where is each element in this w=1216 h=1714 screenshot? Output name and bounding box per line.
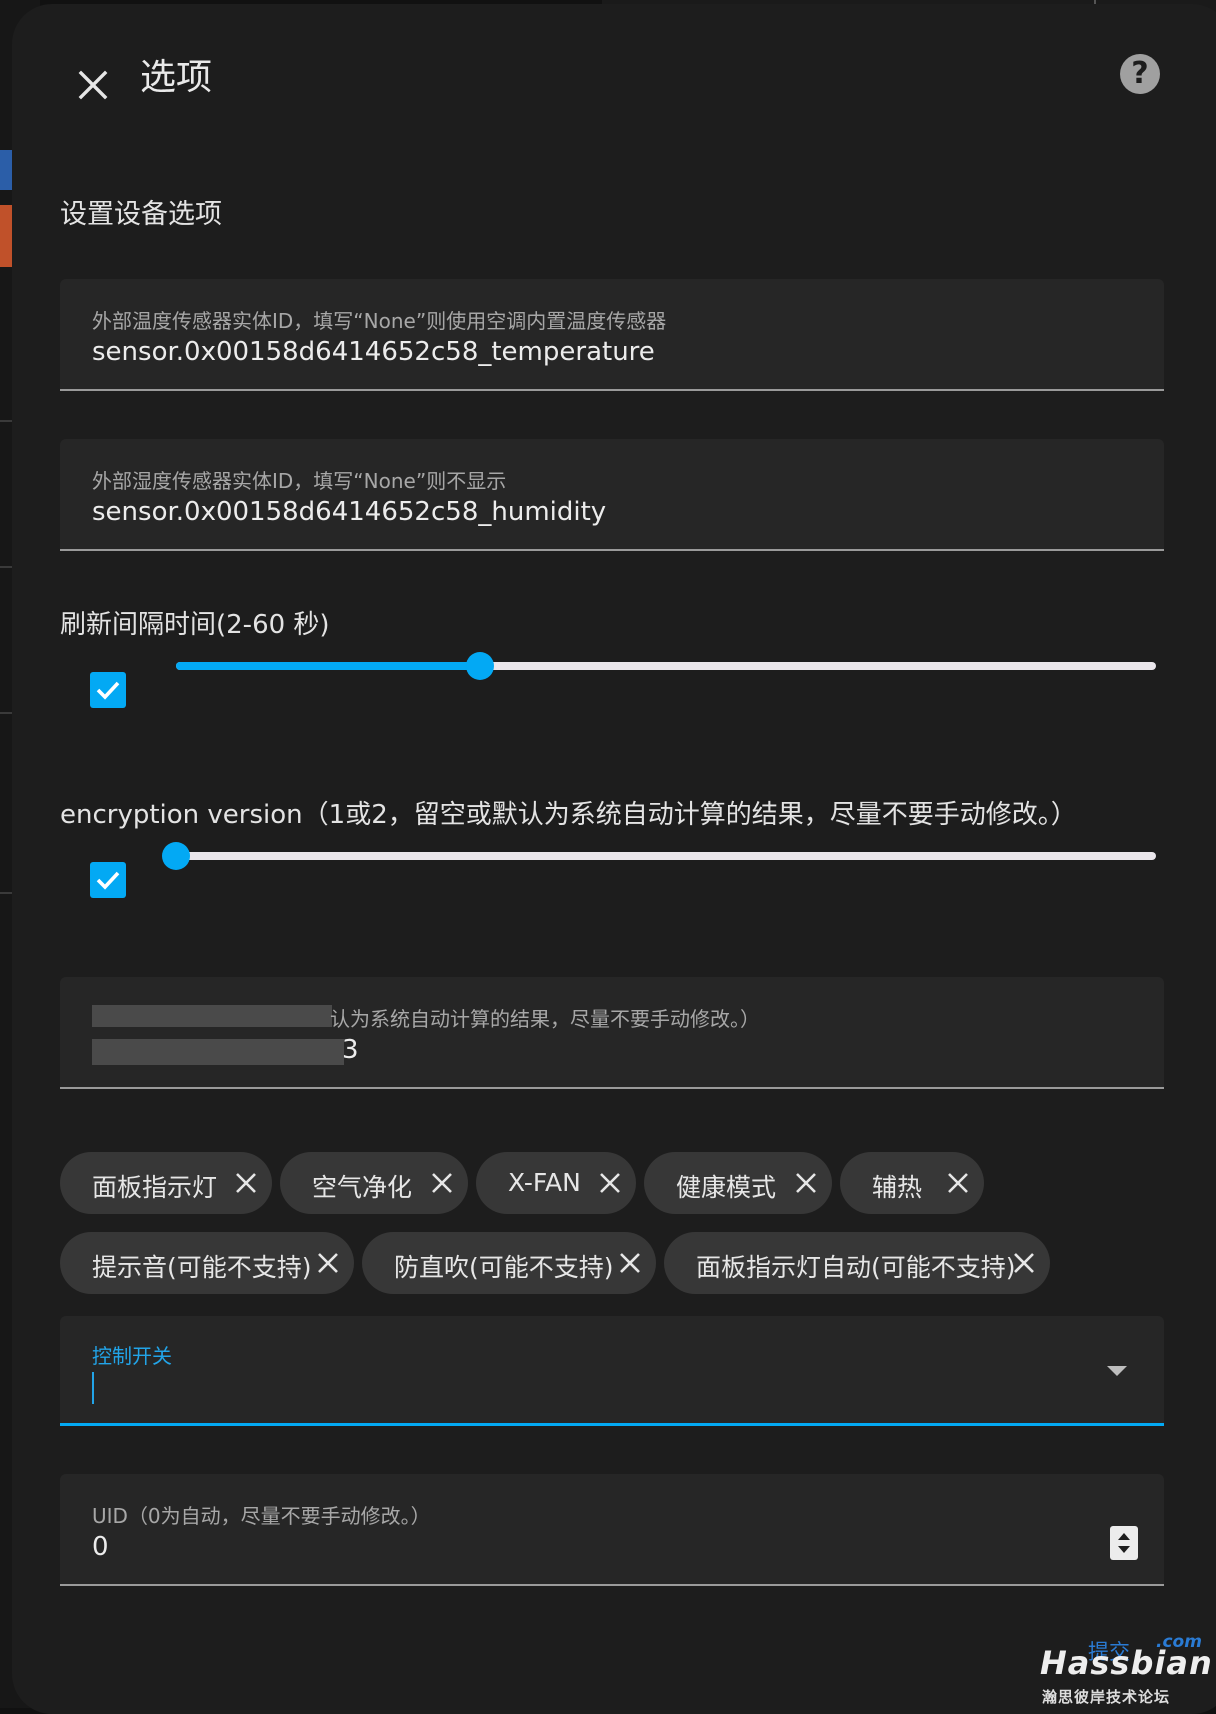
options-dialog: 选项 ? 设置设备选项 外部温度传感器实体ID，填写“None”则使用空调内置温… (12, 4, 1216, 1714)
refresh-slider-label: 刷新间隔时间(2-60 秒) (60, 610, 330, 640)
chip[interactable]: 面板指示灯 (60, 1152, 272, 1214)
dialog-title: 选项 (140, 57, 213, 98)
encryption-slider-thumb[interactable] (162, 842, 190, 870)
uid-value[interactable]: 0 (92, 1532, 109, 1562)
chip[interactable]: 健康模式 (644, 1152, 832, 1214)
control-switch-select[interactable]: 控制开关 (60, 1316, 1164, 1426)
refresh-slider-fill (176, 662, 480, 670)
watermark-brand: Hassbian (1040, 1644, 1213, 1682)
chip-close-icon[interactable] (794, 1171, 818, 1195)
temp-sensor-field[interactable]: 外部温度传感器实体ID，填写“None”则使用空调内置温度传感器 sensor.… (60, 279, 1164, 391)
help-icon[interactable]: ? (1120, 54, 1160, 94)
background-card-orange (0, 205, 12, 267)
humidity-sensor-value[interactable]: sensor.0x00158d6414652c58_humidity (92, 497, 606, 527)
humidity-sensor-field[interactable]: 外部湿度传感器实体ID，填写“None”则不显示 sensor.0x00158d… (60, 439, 1164, 551)
chip[interactable]: 空气净化 (280, 1152, 468, 1214)
text-caret (92, 1372, 94, 1404)
redacted-field[interactable]: 认为系统自动计算的结果，尽量不要手动修改。） 3 (60, 977, 1164, 1089)
chip-label: 辅热 (872, 1173, 923, 1202)
chip-label: 防直吹(可能不支持) (394, 1253, 614, 1282)
redacted-value-block (92, 1039, 344, 1065)
checkbox-check-icon (96, 681, 120, 700)
chip-close-icon[interactable] (316, 1251, 340, 1275)
chip-label: 面板指示灯 (92, 1173, 218, 1202)
temp-sensor-label: 外部温度传感器实体ID，填写“None”则使用空调内置温度传感器 (92, 309, 667, 333)
refresh-enable-checkbox[interactable] (90, 672, 126, 708)
chip[interactable]: X-FAN (476, 1152, 636, 1214)
temp-sensor-value[interactable]: sensor.0x00158d6414652c58_temperature (92, 337, 655, 367)
refresh-slider-track[interactable] (176, 652, 1156, 680)
encryption-slider-label: encryption version（1或2，留空或默认为系统自动计算的结果，尽… (60, 800, 1077, 830)
encryption-enable-checkbox[interactable] (90, 862, 126, 898)
chip-label: 面板指示灯自动(可能不支持) (696, 1253, 1016, 1282)
spinner-icon[interactable] (1110, 1526, 1138, 1560)
close-icon (78, 70, 108, 100)
background-card-blue (0, 150, 12, 190)
chip[interactable]: 提示音(可能不支持) (60, 1232, 354, 1294)
checkbox-check-icon (96, 871, 120, 890)
chip-close-icon[interactable] (598, 1171, 622, 1195)
uid-label: UID（0为自动，尽量不要手动修改。） (92, 1504, 431, 1528)
humidity-sensor-label: 外部湿度传感器实体ID，填写“None”则不显示 (92, 469, 507, 493)
chip-close-icon[interactable] (618, 1251, 642, 1275)
uid-field[interactable]: UID（0为自动，尽量不要手动修改。） 0 (60, 1474, 1164, 1586)
control-switch-label: 控制开关 (92, 1344, 172, 1368)
chip-close-icon[interactable] (430, 1171, 454, 1195)
redacted-field-label: 认为系统自动计算的结果，尽量不要手动修改。） (330, 1007, 760, 1031)
chip-close-icon[interactable] (1012, 1251, 1036, 1275)
chip[interactable]: 面板指示灯自动(可能不支持) (664, 1232, 1050, 1294)
refresh-slider-thumb[interactable] (465, 652, 494, 680)
dropdown-arrow-icon[interactable] (1106, 1364, 1128, 1378)
chip[interactable]: 防直吹(可能不支持) (362, 1232, 656, 1294)
chip-label: 提示音(可能不支持) (92, 1253, 312, 1282)
chip-close-icon[interactable] (946, 1171, 970, 1195)
chip-close-icon[interactable] (234, 1171, 258, 1195)
chip-label: X-FAN (508, 1168, 581, 1197)
redacted-field-value: 3 (342, 1035, 359, 1065)
watermark-logo: 提交 .com Hassbian 瀚思彼岸技术论坛 (1032, 1632, 1216, 1708)
close-button[interactable] (64, 54, 124, 114)
watermark-subtitle: 瀚思彼岸技术论坛 (1042, 1688, 1171, 1706)
encryption-slider-track[interactable] (162, 842, 1156, 870)
chip-label: 健康模式 (676, 1173, 777, 1202)
chip[interactable]: 辅热 (840, 1152, 984, 1214)
chip-label: 空气净化 (312, 1173, 413, 1202)
redacted-label-block (92, 1005, 332, 1027)
section-title: 设置设备选项 (60, 199, 222, 230)
